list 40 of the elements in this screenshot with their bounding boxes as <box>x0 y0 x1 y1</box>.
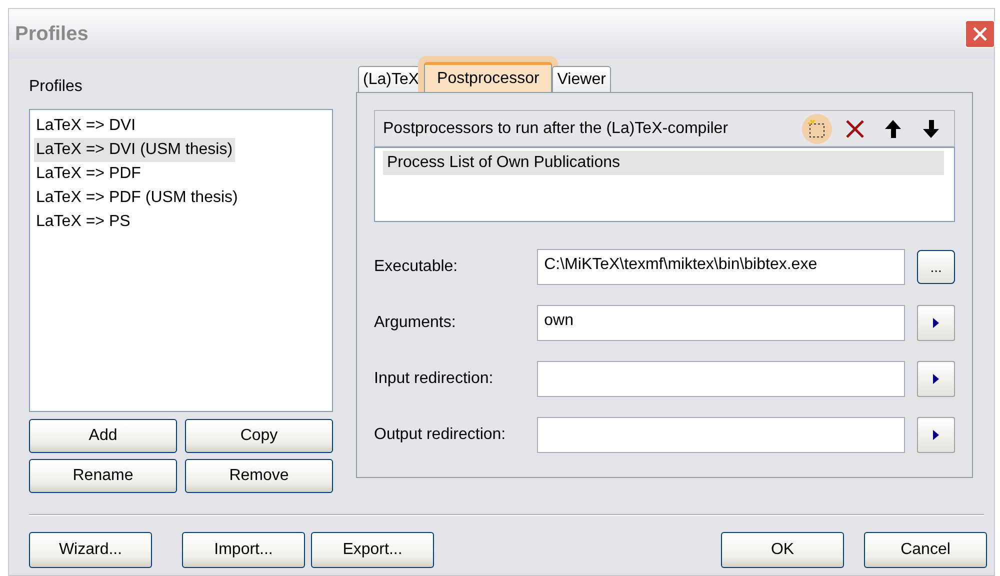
menu-button[interactable] <box>917 305 955 341</box>
dialog-button[interactable]: Export... <box>311 532 434 568</box>
close-icon <box>971 25 989 43</box>
field-label: Arguments: <box>374 314 457 332</box>
field-label: Executable: <box>374 258 459 276</box>
field-label: Input redirection: <box>374 370 494 388</box>
dialog-button[interactable]: Import... <box>182 532 305 568</box>
menu-button[interactable] <box>917 417 955 453</box>
profile-item[interactable]: LaTeX => DVI (USM thesis) <box>34 138 235 162</box>
profiles-label: Profiles <box>29 77 84 97</box>
tab[interactable]: Viewer <box>552 66 611 92</box>
profile-item[interactable]: LaTeX => PDF <box>34 162 143 186</box>
profile-button[interactable]: Remove <box>185 459 333 493</box>
delete-icon <box>844 118 866 140</box>
menu-button[interactable] <box>917 361 955 397</box>
profile-item[interactable]: LaTeX => PDF (USM thesis) <box>34 186 240 210</box>
input-field[interactable]: C:\MiKTeX\texmf\miktex\bin\bibtex.exe <box>537 249 906 285</box>
play-arrow-icon <box>932 317 940 329</box>
down-arrow-icon <box>921 118 941 140</box>
profile-button[interactable]: Copy <box>185 419 333 453</box>
toolbar-button[interactable] <box>802 114 832 144</box>
input-field[interactable] <box>537 417 906 453</box>
input-field[interactable]: own <box>537 305 906 341</box>
window-title: Profiles <box>15 22 88 46</box>
profile-item[interactable]: LaTeX => PS <box>34 210 132 234</box>
postprocessor-item[interactable]: Process List of Own Publications <box>383 151 944 175</box>
input-field[interactable] <box>537 361 906 397</box>
up-arrow-icon <box>883 118 903 140</box>
header-text: Postprocessors to run after the (La)TeX-compiler <box>383 120 728 138</box>
play-arrow-icon <box>932 373 940 385</box>
dialog-button[interactable]: Wizard... <box>29 532 152 568</box>
field-label: Output redirection: <box>374 426 507 444</box>
profile-button[interactable]: Rename <box>29 459 177 493</box>
profile-item[interactable]: LaTeX => DVI <box>34 114 138 138</box>
play-arrow-icon <box>932 429 940 441</box>
browse-button[interactable]: ... <box>917 250 955 284</box>
close-button[interactable] <box>965 20 995 48</box>
dialog-button[interactable]: OK <box>721 532 844 568</box>
profile-button[interactable]: Add <box>29 419 177 453</box>
dialog-button[interactable]: Cancel <box>864 532 987 568</box>
